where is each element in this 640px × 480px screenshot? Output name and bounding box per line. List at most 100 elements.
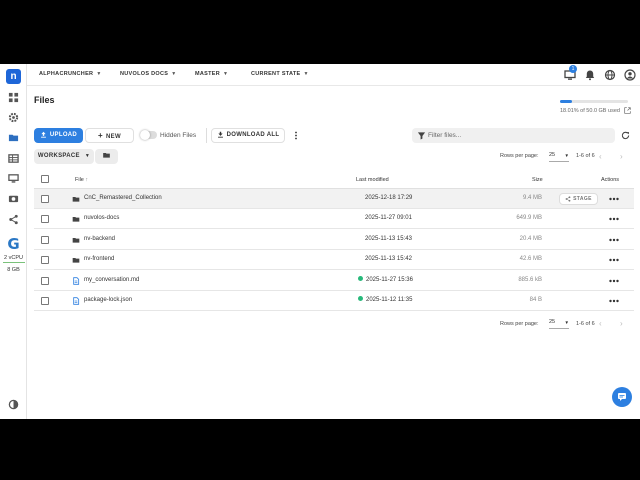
upload-button[interactable]: UPLOAD bbox=[34, 128, 83, 143]
table-row[interactable]: nv-frontend 2025-11-13 15:42 42.6 MB bbox=[34, 250, 634, 271]
table-icon[interactable] bbox=[8, 153, 19, 164]
prev-page-icon[interactable]: ‹ bbox=[599, 152, 602, 161]
last-modified-text: 2025-11-13 15:43 bbox=[365, 235, 412, 242]
dashboard-icon[interactable] bbox=[8, 92, 19, 103]
breadcrumb-label: CURRENT STATE bbox=[251, 71, 301, 77]
caret-down-icon: ▼ bbox=[96, 71, 102, 77]
file-column-header[interactable]: File ↑ bbox=[75, 177, 88, 183]
actions-column-header: Actions bbox=[601, 177, 620, 183]
rows-per-page-label: Rows per page: bbox=[500, 321, 539, 327]
row-checkbox[interactable] bbox=[41, 297, 49, 305]
next-page-icon[interactable]: › bbox=[620, 319, 623, 328]
size-cell: 885.6 kB bbox=[518, 276, 542, 283]
monitor-icon[interactable] bbox=[8, 173, 19, 184]
workspace-button[interactable]: WORKSPACE ▼ bbox=[34, 149, 94, 164]
file-name[interactable]: nuvolos-docs bbox=[84, 215, 119, 221]
caret-down-icon: ▼ bbox=[223, 71, 229, 77]
bell-icon[interactable] bbox=[584, 69, 596, 81]
row-checkbox[interactable] bbox=[41, 276, 49, 285]
account-icon[interactable] bbox=[624, 69, 636, 81]
status-dot-icon bbox=[358, 296, 363, 301]
more-horiz-icon[interactable] bbox=[608, 295, 620, 307]
refresh-icon[interactable] bbox=[621, 131, 630, 140]
table-row[interactable]: nuvolos-docs 2025-11-27 09:01 649.9 MB bbox=[34, 209, 634, 230]
upload-label: UPLOAD bbox=[49, 132, 78, 138]
folder-icon bbox=[72, 237, 80, 243]
arrow-up-icon: ↑ bbox=[85, 177, 89, 183]
plus-icon: + bbox=[98, 131, 104, 140]
file-name[interactable]: CnC_Remastered_Collection bbox=[84, 195, 162, 201]
last-modified-cell: 2025-11-27 15:36 bbox=[358, 275, 413, 283]
file-name[interactable]: nv-backend bbox=[84, 236, 115, 242]
filter-files-field[interactable] bbox=[412, 128, 615, 143]
upload-icon bbox=[40, 131, 46, 138]
caret-down-icon: ▼ bbox=[564, 153, 569, 158]
breadcrumb-state[interactable]: CURRENT STATE ▼ bbox=[251, 71, 309, 77]
file-name[interactable]: package-lock.json bbox=[84, 297, 132, 303]
file-icon bbox=[73, 276, 80, 285]
more-horiz-icon[interactable] bbox=[608, 193, 620, 205]
globe-icon[interactable] bbox=[604, 69, 616, 81]
folder-button[interactable] bbox=[95, 149, 118, 164]
hidden-files-label: Hidden Files bbox=[160, 132, 197, 139]
stage-label: STAGE bbox=[573, 196, 592, 202]
nuvolos-logo[interactable]: n bbox=[6, 69, 21, 84]
pagination-range: 1-6 of 6 bbox=[576, 153, 595, 159]
file-header-label: File bbox=[75, 177, 84, 183]
row-checkbox[interactable] bbox=[41, 195, 49, 203]
file-name[interactable]: my_conversation.md bbox=[84, 277, 139, 283]
pagination-range: 1-6 of 6 bbox=[576, 321, 595, 327]
next-page-icon[interactable]: › bbox=[620, 152, 623, 161]
folder-icon bbox=[72, 258, 80, 263]
rows-per-page-select[interactable]: 25 ▼ bbox=[549, 152, 569, 162]
table-row[interactable]: CnC_Remastered_Collection 2025-12-18 17:2… bbox=[34, 189, 634, 209]
last-modified-cell: 2025-11-27 09:01 bbox=[365, 215, 412, 221]
download-icon bbox=[217, 131, 223, 138]
rows-per-page-value: 25 bbox=[549, 152, 556, 158]
file-name[interactable]: nv-frontend bbox=[84, 256, 114, 262]
row-checkbox[interactable] bbox=[41, 256, 49, 265]
chat-button[interactable] bbox=[612, 387, 632, 407]
last-modified-column-header[interactable]: Last modified bbox=[356, 177, 389, 183]
storage-usage: 18.01% of 50.0 GB used bbox=[560, 100, 632, 114]
last-modified-cell: 2025-11-13 15:43 bbox=[365, 236, 412, 242]
theme-icon[interactable] bbox=[8, 399, 19, 410]
memory-indicator: 8 GB bbox=[7, 267, 20, 273]
app-logo-icon[interactable]: G bbox=[5, 236, 22, 253]
size-cell: 20.4 MB bbox=[519, 235, 542, 242]
filter-input[interactable] bbox=[428, 128, 608, 143]
more-horiz-icon[interactable] bbox=[608, 275, 620, 287]
more-vert-icon[interactable] bbox=[292, 131, 300, 140]
new-label: NEW bbox=[106, 134, 121, 140]
rows-per-page-select[interactable]: 25 ▼ bbox=[549, 319, 569, 329]
breadcrumb-instance[interactable]: MASTER ▼ bbox=[195, 71, 228, 77]
open-external-icon[interactable] bbox=[624, 107, 632, 114]
size-cell: 9.4 MB bbox=[522, 195, 542, 201]
breadcrumb-org[interactable]: ALPHACRUNCHER ▼ bbox=[39, 71, 102, 77]
table-row[interactable]: package-lock.json 2025-11-12 11:35 84 B bbox=[34, 291, 634, 311]
row-checkbox[interactable] bbox=[41, 235, 49, 244]
row-checkbox[interactable] bbox=[41, 215, 49, 224]
select-all-checkbox[interactable] bbox=[41, 175, 49, 183]
more-horiz-icon[interactable] bbox=[608, 234, 620, 246]
caret-down-icon: ▼ bbox=[303, 71, 309, 77]
table-row[interactable]: nv-backend 2025-11-13 15:43 20.4 MB bbox=[34, 230, 634, 250]
settings-icon[interactable] bbox=[8, 112, 19, 123]
more-horiz-icon[interactable] bbox=[608, 254, 620, 266]
stage-button[interactable]: STAGE bbox=[559, 193, 598, 205]
size-column-header[interactable]: Size bbox=[532, 177, 543, 183]
share-icon[interactable] bbox=[8, 214, 19, 225]
more-horiz-icon[interactable] bbox=[608, 213, 620, 225]
chat-icon bbox=[618, 393, 626, 401]
prev-page-icon[interactable]: ‹ bbox=[599, 319, 602, 328]
new-button[interactable]: + NEW bbox=[85, 128, 134, 143]
camera-icon[interactable] bbox=[8, 193, 19, 204]
top-nav: ALPHACRUNCHER ▼ NUVOLOS DOCS ▼ MASTER ▼ CUR… bbox=[27, 64, 640, 86]
status-dot-icon bbox=[358, 275, 363, 281]
storage-bar-fill bbox=[560, 100, 573, 103]
download-all-button[interactable]: DOWNLOAD ALL bbox=[211, 128, 285, 143]
folder-icon[interactable] bbox=[8, 132, 19, 143]
breadcrumb-space[interactable]: NUVOLOS DOCS ▼ bbox=[120, 71, 176, 77]
table-row[interactable]: my_conversation.md 2025-11-27 15:36 885.6 … bbox=[34, 271, 634, 291]
hidden-files-toggle[interactable] bbox=[140, 130, 157, 140]
